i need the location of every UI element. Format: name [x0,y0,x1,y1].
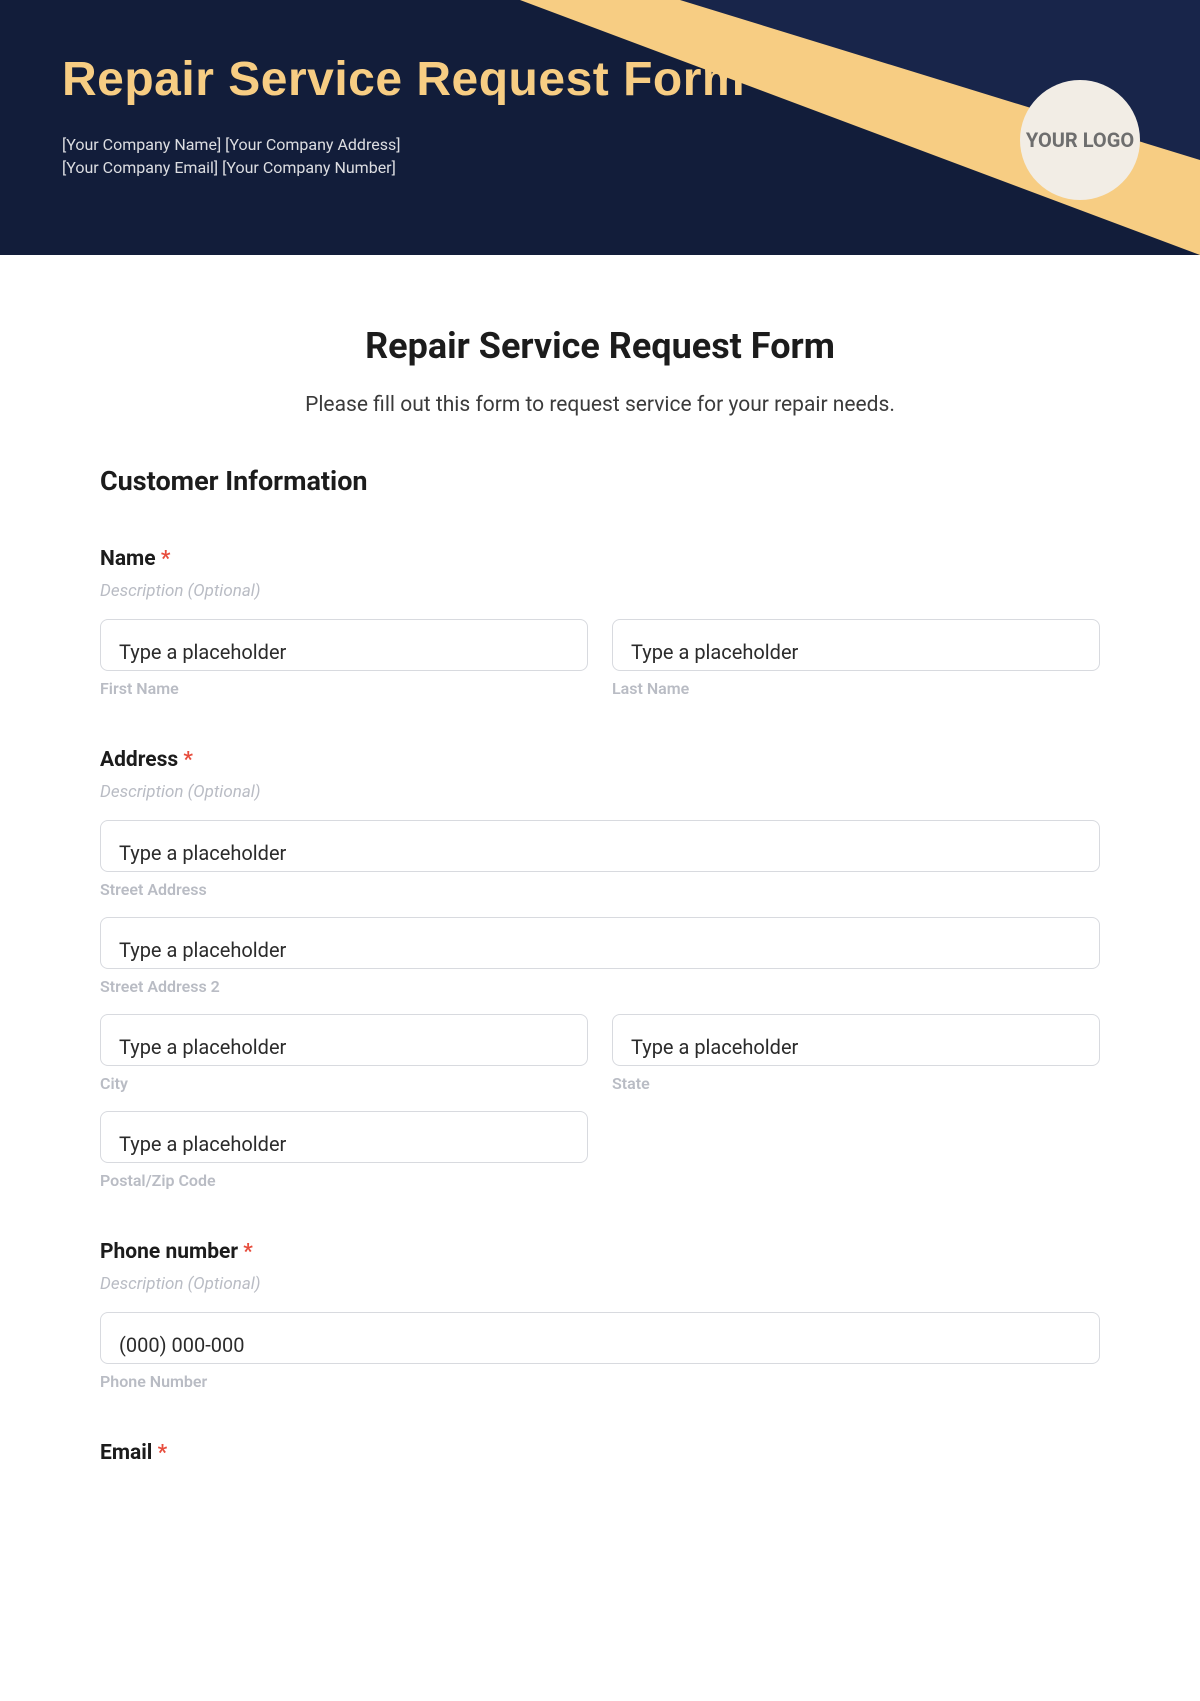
postal-code-sublabel: Postal/Zip Code [100,1171,588,1190]
street-address-input[interactable]: Type a placeholder [100,820,1100,872]
form-subtitle: Please fill out this form to request ser… [100,393,1100,417]
street-address-2-input[interactable]: Type a placeholder [100,917,1100,969]
logo-placeholder: YOUR LOGO [1020,80,1140,200]
phone-label-text: Phone number [100,1240,238,1264]
field-name: Name * Description (Optional) Type a pla… [100,547,1100,698]
email-label: Email * [100,1441,1100,1465]
street-address-sublabel: Street Address [100,880,1100,899]
required-asterisk: * [161,547,171,571]
street-address-2-sublabel: Street Address 2 [100,977,1100,996]
form-title: Repair Service Request Form [100,325,1100,367]
required-asterisk: * [243,1240,253,1264]
phone-sublabel: Phone Number [100,1372,1100,1391]
header-banner: Repair Service Request Form [Your Compan… [0,0,1200,255]
form-container: Repair Service Request Form Please fill … [0,255,1200,1505]
last-name-input[interactable]: Type a placeholder [612,619,1100,671]
required-asterisk: * [158,1441,168,1465]
first-name-input[interactable]: Type a placeholder [100,619,588,671]
field-phone: Phone number * Description (Optional) (0… [100,1240,1100,1391]
state-sublabel: State [612,1074,1100,1093]
city-sublabel: City [100,1074,588,1093]
last-name-sublabel: Last Name [612,679,1100,698]
field-address: Address * Description (Optional) Type a … [100,748,1100,1190]
name-description[interactable]: Description (Optional) [100,581,1100,601]
address-label: Address * [100,748,1100,772]
name-label-text: Name [100,547,156,571]
field-email: Email * [100,1441,1100,1465]
phone-description[interactable]: Description (Optional) [100,1274,1100,1294]
header-title: Repair Service Request Form [62,52,1200,107]
address-label-text: Address [100,748,178,772]
name-label: Name * [100,547,1100,571]
phone-input[interactable]: (000) 000-000 [100,1312,1100,1364]
section-customer-info: Customer Information [100,465,1100,497]
email-label-text: Email [100,1441,152,1465]
phone-label: Phone number * [100,1240,1100,1264]
first-name-sublabel: First Name [100,679,588,698]
city-input[interactable]: Type a placeholder [100,1014,588,1066]
address-description[interactable]: Description (Optional) [100,782,1100,802]
state-input[interactable]: Type a placeholder [612,1014,1100,1066]
required-asterisk: * [183,748,193,772]
postal-code-input[interactable]: Type a placeholder [100,1111,588,1163]
